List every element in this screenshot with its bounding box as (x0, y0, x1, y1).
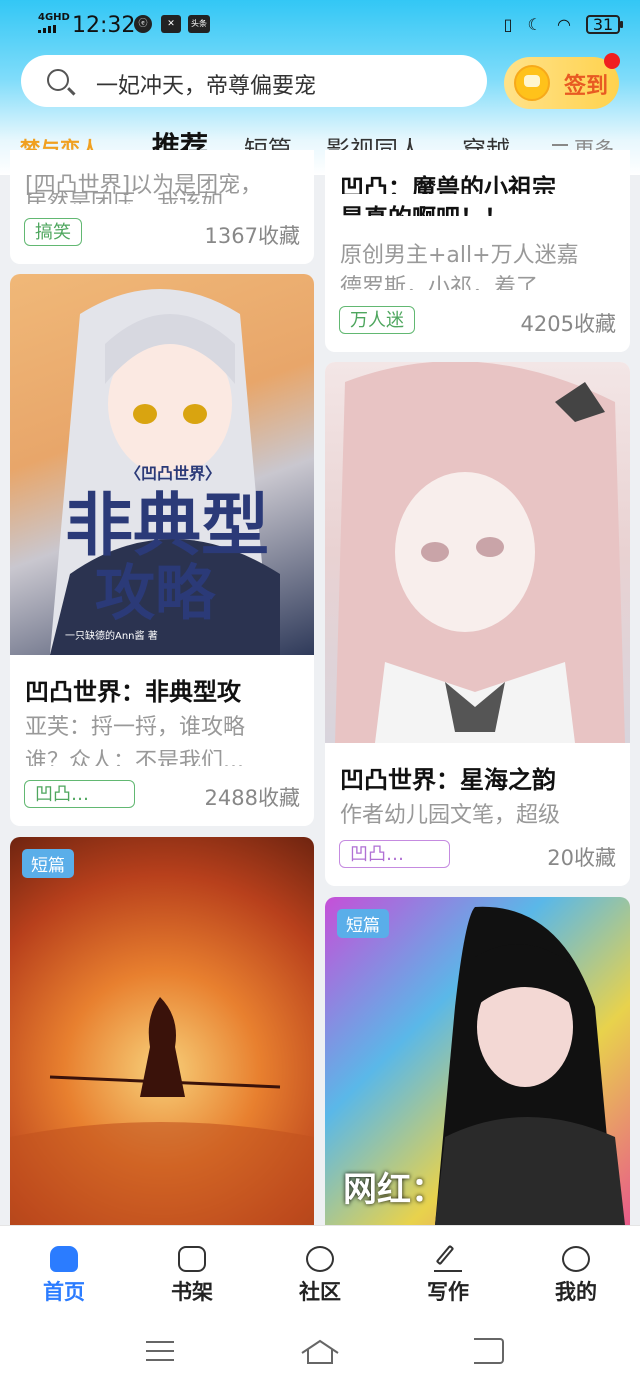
book-description: 德罗斯，小祁，着了... (340, 275, 559, 290)
book-card[interactable]: 凹凸世界：星海之韵 作者幼儿园文笔，超级 凹凸… 20收藏 (325, 362, 630, 886)
chat-bubble-icon (562, 1246, 590, 1272)
wifi-icon: ◠ (556, 15, 571, 34)
book-title: 凹凸世界：星海之韵 (340, 766, 556, 794)
cover-author: 一只缺德的Ann酱 著 (65, 629, 158, 642)
signal-icon (38, 25, 64, 33)
book-description: 亚芙：捋一捋，谁攻略 (25, 715, 246, 740)
tiktok-icon: ✕ (161, 15, 181, 33)
pen-icon (434, 1246, 462, 1272)
vibrate-icon: ▯ (503, 15, 513, 34)
system-status-icons: ▯ ☾ ◠ 31 (494, 14, 623, 36)
book-cover (325, 362, 630, 743)
toutiao-icon: 头条 (188, 15, 210, 33)
book-description: 谁？众人：不是我们... (25, 749, 244, 766)
favorites-count: 1367收藏 (204, 224, 300, 248)
book-card[interactable]: 凹凸：魔兽的小祖宗 是真的啊吧！！ 原创男主+all+万人迷嘉 德罗斯，小祁，着… (325, 150, 630, 352)
book-cover (10, 837, 314, 1225)
status-bar: 4GHD 12:32 ⓔ ✕ 头条 ▯ ☾ ◠ 31 (0, 0, 640, 50)
header-background: 4GHD 12:32 ⓔ ✕ 头条 ▯ ☾ ◠ 31 一妃冲天，帝尊偏要宠 签到… (0, 0, 640, 175)
book-card[interactable]: 短篇 网红： (325, 897, 630, 1225)
nav-bookshelf-label: 书架 (171, 1280, 213, 1304)
short-story-badge: 短篇 (337, 909, 389, 938)
book-tag: 万人迷 (339, 306, 415, 334)
bookshelf-icon (178, 1246, 206, 1272)
nav-home[interactable]: 首页 (14, 1240, 114, 1306)
book-card[interactable]: [四凸世界]以为是团宠， 居然是团压，我该如... 搞笑 1367收藏 (10, 150, 314, 264)
book-title: 凹凸世界：非典型攻 (25, 678, 241, 706)
checkin-chat-icon (514, 65, 550, 101)
menu-icon (552, 143, 568, 146)
cover-title-line1: 非典型 (65, 487, 269, 566)
nav-write[interactable]: 写作 (398, 1240, 498, 1306)
bottom-navigation: 首页 书架 社区 写作 我的 (0, 1225, 640, 1318)
nav-profile-label: 我的 (555, 1280, 597, 1304)
checkin-label: 签到 (564, 74, 609, 99)
clock: 12:32 (72, 13, 136, 38)
battery-icon: 31 (586, 15, 623, 34)
favorites-count: 2488收藏 (204, 786, 300, 810)
cover-illustration (10, 997, 314, 1225)
search-bar[interactable]: 一妃冲天，帝尊偏要宠 (21, 55, 487, 107)
favorites-count: 20收藏 (547, 846, 616, 870)
cover-illustration (335, 362, 625, 743)
book-description: 原创男主+all+万人迷嘉 (340, 243, 579, 268)
book-description: 居然是团压，我该如... (25, 191, 244, 204)
network-indicator: 4GHD (38, 12, 70, 33)
nav-community-label: 社区 (299, 1280, 341, 1304)
book-cover: 〈凹凸世界〉 非典型 攻略 一只缺德的Ann酱 著 (10, 274, 314, 655)
nav-profile[interactable]: 我的 (526, 1240, 626, 1306)
app-notification-icon: ⓔ (134, 15, 152, 33)
book-card[interactable]: 短篇 (10, 837, 314, 1225)
book-tag: 搞笑 (24, 218, 82, 246)
back-icon[interactable] (474, 1338, 504, 1364)
book-tag: 凹凸… (24, 780, 135, 808)
system-navigation-bar (0, 1317, 640, 1387)
home-gesture-icon[interactable] (300, 1339, 340, 1365)
moon-icon: ☾ (527, 15, 542, 34)
cover-subtitle: 〈凹凸世界〉 (125, 464, 221, 483)
book-description: 作者幼儿园文笔，超级 (340, 803, 561, 828)
cover-overlay-text: 网红： (343, 1170, 445, 1210)
cover-title-line2: 攻略 (95, 559, 216, 629)
book-title: 凹凸：魔兽的小祖宗 (340, 174, 556, 194)
short-story-badge: 短篇 (22, 849, 74, 878)
planet-icon (306, 1246, 334, 1272)
checkin-button[interactable]: 签到 (504, 57, 619, 109)
cover-illustration: 〈凹凸世界〉 非典型 攻略 一只缺德的Ann酱 著 (50, 289, 280, 655)
home-icon (50, 1246, 78, 1272)
favorites-count: 4205收藏 (520, 312, 616, 336)
recent-apps-icon[interactable] (146, 1341, 174, 1343)
nav-home-label: 首页 (43, 1280, 85, 1304)
book-card[interactable]: 〈凹凸世界〉 非典型 攻略 一只缺德的Ann酱 著 凹凸世界：非典型攻 亚芙：捋… (10, 274, 314, 826)
nav-bookshelf[interactable]: 书架 (142, 1240, 242, 1306)
book-title: 是真的啊吧！！ (340, 198, 508, 216)
search-placeholder: 一妃冲天，帝尊偏要宠 (96, 74, 317, 99)
search-icon (47, 69, 69, 91)
nav-write-label: 写作 (427, 1280, 469, 1304)
notification-dot (604, 53, 620, 69)
book-tag: 凹凸… (339, 840, 450, 868)
nav-community[interactable]: 社区 (270, 1240, 370, 1306)
network-type: 4GHD (38, 12, 70, 23)
